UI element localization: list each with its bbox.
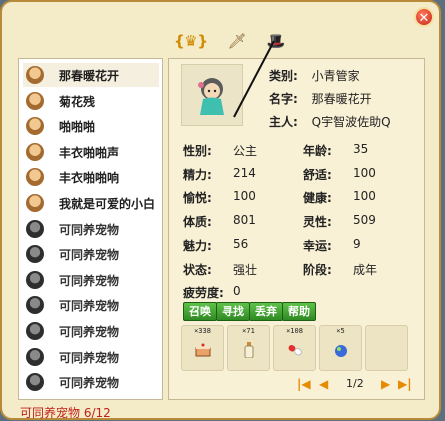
empty-slot-icon (26, 245, 44, 264)
stat-value: 509 (353, 213, 376, 228)
empty-slot-icon (26, 347, 44, 366)
item-quantity: ×5 (336, 327, 345, 335)
prev-page-button[interactable]: ◀ (319, 377, 328, 391)
page-indicator: 1/2 (346, 377, 364, 390)
item-quantity: ×108 (286, 327, 303, 335)
pet-list[interactable]: 那春暖花开 菊花残 啪啪啪 丰衣啪啪声 丰衣啪啪响 我就是可爱的小白 可同养宠物 可同养宠物可… (18, 58, 163, 400)
pet-list-item[interactable]: 可同养宠物 (23, 370, 159, 394)
pet-icon (26, 168, 44, 187)
discard-button[interactable]: 丢弃 (249, 302, 283, 321)
name-value: 那春暖花开 (311, 92, 372, 106)
stat-value: 强壮 (233, 262, 258, 277)
tab-pet[interactable]: ♛ (174, 30, 208, 52)
pet-detail-panel: 类别: 小青管家 名字: 那春暖花开 主人: Q宇智波佐助Q 性别: 公主 年龄: 3… (168, 40, 425, 400)
pet-list-item[interactable]: 菊花残 (23, 89, 159, 113)
pet-window: ✕ ♛ 🗡 🎩 那春暖花开菊花残啪啪啪丰衣啪啪声丰衣啪啪响我就是可爱的小白可同养… (0, 0, 441, 420)
stat-label: 精力: (183, 167, 212, 182)
stat-label: 灵性: (303, 215, 332, 230)
stat-label: 性别: (183, 144, 212, 158)
help-button[interactable]: 帮助 (282, 302, 316, 321)
stat-label: 阶段: (303, 262, 332, 277)
pet-list-item[interactable]: 可同养宠物 (23, 242, 159, 266)
name-row: 名字: 那春暖花开 (269, 90, 372, 107)
stat-label: 幸运: (303, 238, 332, 253)
pet-icon (26, 91, 44, 110)
stat-label: 体质: (183, 215, 212, 230)
item-slot[interactable]: ×71 (227, 325, 270, 371)
last-page-button[interactable]: ▶| (398, 377, 412, 391)
close-button[interactable]: ✕ (414, 7, 434, 27)
pet-list-item-label: 菊花残 (59, 94, 96, 109)
owner-label: 主人: (269, 115, 298, 129)
stat-value: 214 (233, 165, 256, 180)
pet-list-item[interactable]: 啪啪啪 (23, 114, 159, 138)
stat-value: 公主 (233, 144, 258, 158)
item-quantity: ×71 (242, 327, 255, 335)
item-quantity: ×338 (194, 327, 211, 335)
pet-list-item[interactable]: 可同养宠物 (23, 293, 159, 317)
stat-value: 56 (233, 236, 249, 251)
crown-icon: ♛ (184, 32, 198, 50)
pet-list-item[interactable]: 丰衣啪啪声 (23, 140, 159, 164)
stat-value: 100 (233, 189, 256, 204)
category-value: 小青管家 (311, 69, 360, 83)
pet-list-item-label: 那春暖花开 (59, 69, 120, 83)
pet-list-item-label: 可同养宠物 (59, 350, 120, 365)
empty-slot-icon (26, 296, 44, 315)
stat-value: 9 (353, 236, 361, 251)
stat-label: 健康: (303, 191, 332, 206)
pet-list-item[interactable]: 可同养宠物 (23, 345, 159, 369)
stat-label: 年龄: (303, 144, 332, 158)
stat-value: 100 (353, 165, 376, 180)
pet-list-item-label: 可同养宠物 (59, 325, 120, 339)
pet-icon (26, 117, 44, 136)
stat-value: 0 (233, 284, 241, 299)
first-page-button[interactable]: |◀ (297, 377, 311, 391)
pet-count: 可同养宠物 6/12 (20, 406, 111, 420)
stat-label: 状态: (183, 262, 212, 277)
next-page-button[interactable]: ▶ (381, 377, 390, 391)
pet-list-item[interactable]: 丰衣啪啪响 (23, 165, 159, 189)
category-row: 类别: 小青管家 (269, 67, 360, 84)
pet-icon (26, 142, 44, 161)
item-slot[interactable]: ×338 (181, 325, 224, 371)
pet-list-item-label: 我就是可爱的小白 (59, 197, 156, 211)
empty-slot-icon (26, 270, 44, 289)
stat-value: 35 (353, 142, 369, 156)
item-slot[interactable]: ×108 (273, 325, 316, 371)
pet-icon (26, 66, 44, 84)
category-label: 类别: (269, 69, 298, 83)
stat-label: 疲劳度: (183, 286, 224, 301)
empty-slot-icon (26, 373, 44, 392)
pet-list-item[interactable]: 可同养宠物 (23, 217, 159, 241)
empty-slot-icon (26, 322, 44, 340)
search-button[interactable]: 寻找 (216, 302, 250, 321)
pet-list-item-label: 丰衣啪啪声 (59, 145, 120, 160)
pet-list-item[interactable]: 我就是可爱的小白 (23, 191, 159, 215)
stat-value: 801 (233, 213, 256, 228)
summon-button[interactable]: 召唤 (183, 302, 217, 321)
pet-list-item-label: 啪啪啪 (59, 120, 96, 135)
name-label: 名字: (269, 92, 298, 106)
empty-slot-icon (26, 219, 44, 238)
pet-list-item-label: 丰衣啪啪响 (59, 171, 120, 186)
pet-list-item-label: 可同养宠物 (59, 376, 120, 391)
pet-list-item-label: 可同养宠物 (59, 248, 120, 263)
pet-list-item-label: 可同养宠物 (59, 299, 120, 314)
stat-label: 魅力: (183, 238, 212, 253)
stat-value: 100 (353, 189, 376, 204)
pet-list-item[interactable]: 可同养宠物 (23, 268, 159, 292)
owner-row: 主人: Q宇智波佐助Q (269, 113, 391, 130)
pet-list-item[interactable]: 可同养宠物 (23, 319, 159, 343)
owner-value: Q宇智波佐助Q (311, 115, 391, 129)
pet-list-item-label: 可同养宠物 (59, 222, 120, 237)
item-slot[interactable]: ×5 (319, 325, 362, 371)
pet-list-item[interactable]: 那春暖花开 (23, 63, 159, 87)
item-slot[interactable] (365, 325, 408, 371)
stat-value: 成年 (353, 262, 378, 277)
pet-list-item-label: 可同养宠物 (59, 273, 120, 288)
pet-icon (26, 194, 44, 212)
stat-label: 舒适: (303, 167, 332, 182)
stat-label: 愉悦: (183, 191, 212, 206)
